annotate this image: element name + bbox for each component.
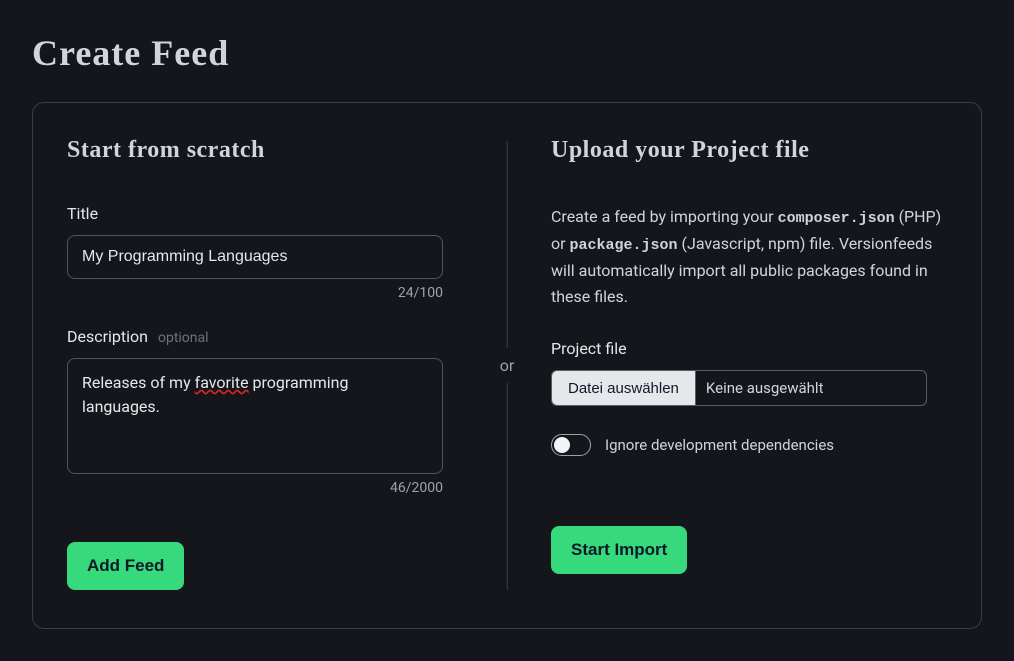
column-divider: or bbox=[500, 141, 515, 590]
page-title: Create Feed bbox=[32, 32, 982, 74]
description-input[interactable]: Releases of my favorite programming lang… bbox=[67, 358, 443, 474]
start-from-scratch-column: Start from scratch Title 24/100 Descript… bbox=[67, 137, 493, 590]
file-status: Keine ausgewählt bbox=[696, 371, 834, 405]
ignore-dev-deps-row: Ignore development dependencies bbox=[551, 434, 947, 456]
description-label: Description optional bbox=[67, 327, 463, 346]
upload-heading: Upload your Project file bbox=[551, 137, 947, 164]
upload-description: Create a feed by importing your composer… bbox=[551, 204, 947, 309]
package-json-code: package.json bbox=[570, 237, 678, 254]
title-field: Title 24/100 bbox=[67, 204, 463, 301]
scratch-heading: Start from scratch bbox=[67, 137, 463, 164]
start-import-button[interactable]: Start Import bbox=[551, 526, 687, 574]
optional-tag: optional bbox=[158, 330, 209, 346]
file-input[interactable]: Datei auswählen Keine ausgewählt bbox=[551, 370, 927, 406]
title-counter: 24/100 bbox=[67, 285, 443, 301]
upload-project-column: Upload your Project file Create a feed b… bbox=[493, 137, 947, 590]
project-file-label: Project file bbox=[551, 339, 947, 358]
description-field: Description optional Releases of my favo… bbox=[67, 327, 463, 496]
title-label: Title bbox=[67, 204, 463, 223]
ignore-dev-deps-label: Ignore development dependencies bbox=[605, 436, 834, 454]
spellcheck-error: favorite bbox=[195, 373, 249, 392]
title-input[interactable] bbox=[67, 235, 443, 279]
composer-json-code: composer.json bbox=[778, 210, 895, 227]
description-counter: 46/2000 bbox=[67, 480, 443, 496]
or-separator: or bbox=[500, 348, 515, 383]
ignore-dev-deps-toggle[interactable] bbox=[551, 434, 591, 456]
create-feed-panel: Start from scratch Title 24/100 Descript… bbox=[32, 102, 982, 629]
add-feed-button[interactable]: Add Feed bbox=[67, 542, 184, 590]
choose-file-button[interactable]: Datei auswählen bbox=[552, 371, 696, 405]
